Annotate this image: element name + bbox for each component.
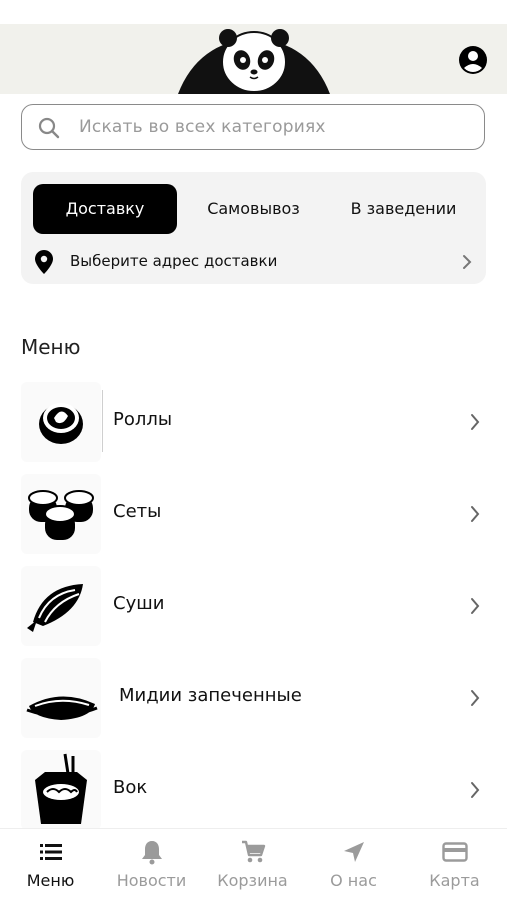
menu-item-sets[interactable]: Сеты bbox=[21, 474, 486, 554]
tab-news[interactable]: Новости bbox=[101, 829, 202, 901]
card-icon bbox=[442, 842, 468, 862]
location-pin-icon bbox=[35, 250, 53, 274]
chevron-right-icon bbox=[471, 690, 480, 706]
bottom-tab-bar: Меню Новости Корзина О нас Карта bbox=[0, 828, 507, 901]
tab-label: Меню bbox=[26, 871, 75, 890]
chevron-right-icon bbox=[463, 255, 472, 269]
list-icon bbox=[40, 844, 62, 860]
menu-item-label: Роллы bbox=[113, 409, 173, 430]
menu-item-label: Мидии запеченные bbox=[119, 685, 302, 706]
chevron-right-icon bbox=[471, 506, 480, 522]
menu-item-label: Суши bbox=[113, 593, 165, 614]
search-field[interactable]: Искать во всех категориях bbox=[21, 104, 485, 150]
mussels-icon bbox=[21, 658, 101, 738]
chevron-right-icon bbox=[471, 782, 480, 798]
navigation-arrow-icon bbox=[344, 842, 364, 862]
mode-delivery-button[interactable]: Доставку bbox=[33, 184, 177, 234]
sushi-fish-icon bbox=[21, 566, 101, 646]
menu-section-title: Меню bbox=[21, 335, 81, 359]
row-divider bbox=[102, 390, 103, 452]
menu-item-label: Сеты bbox=[113, 501, 162, 522]
tab-label: Новости bbox=[116, 871, 187, 890]
menu-item-mussels[interactable]: Мидии запеченные bbox=[21, 658, 486, 738]
bell-icon bbox=[142, 841, 162, 865]
mode-pickup-button[interactable]: Самовывоз bbox=[191, 184, 316, 234]
profile-icon[interactable] bbox=[458, 45, 488, 75]
roll-icon bbox=[21, 382, 101, 462]
menu-item-label: Вок bbox=[113, 777, 148, 798]
menu-item-sushi[interactable]: Суши bbox=[21, 566, 486, 646]
tab-label: Корзина bbox=[217, 871, 288, 890]
app-header bbox=[0, 24, 507, 94]
menu-item-rolls[interactable]: Роллы bbox=[21, 382, 486, 462]
search-placeholder: Искать во всех категориях bbox=[79, 117, 326, 137]
mode-dine-in-button[interactable]: В заведении bbox=[331, 184, 476, 234]
tab-card[interactable]: Карта bbox=[404, 829, 505, 901]
address-selector[interactable]: Выберите адрес доставки bbox=[21, 244, 486, 280]
chevron-right-icon bbox=[471, 598, 480, 614]
panda-logo bbox=[178, 29, 330, 94]
delivery-mode-panel: Доставку Самовывоз В заведении Выберите … bbox=[21, 172, 486, 284]
address-label: Выберите адрес доставки bbox=[70, 252, 278, 270]
tab-cart[interactable]: Корзина bbox=[202, 829, 303, 901]
chevron-right-icon bbox=[471, 414, 480, 430]
tab-label: О нас bbox=[330, 871, 377, 890]
wok-box-icon bbox=[21, 750, 101, 830]
tab-label: Карта bbox=[429, 871, 480, 890]
cart-icon bbox=[242, 840, 266, 863]
tab-about[interactable]: О нас bbox=[303, 829, 404, 901]
sushi-set-icon bbox=[21, 474, 101, 554]
menu-item-wok[interactable]: Вок bbox=[21, 750, 486, 830]
tab-menu[interactable]: Меню bbox=[0, 829, 101, 901]
search-icon bbox=[38, 117, 60, 139]
